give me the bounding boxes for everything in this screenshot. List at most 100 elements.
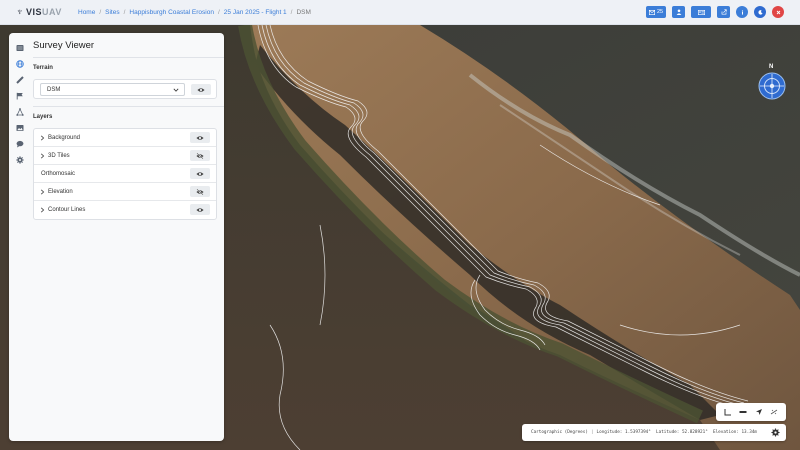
panel-divider xyxy=(33,57,224,58)
close-icon xyxy=(776,10,780,14)
layer-visibility-toggle[interactable] xyxy=(190,150,210,161)
breadcrumb-separator: / xyxy=(99,8,102,16)
messages-count: 25 xyxy=(656,9,664,15)
flag-icon xyxy=(16,92,23,99)
list-icon xyxy=(16,44,24,51)
layers-label: Layers xyxy=(33,114,53,120)
layer-row-3d-tiles[interactable]: 3D Tiles xyxy=(34,147,216,165)
comment-icon xyxy=(16,140,24,147)
chevron-right-icon[interactable] xyxy=(40,135,45,141)
share-icon xyxy=(721,9,727,15)
layer-row-contour-lines[interactable]: Contour Lines xyxy=(34,201,216,219)
info-button[interactable] xyxy=(736,6,748,18)
panel-icon-rail xyxy=(9,33,31,441)
rail-settings-button[interactable] xyxy=(16,155,25,164)
rail-network-button[interactable] xyxy=(16,107,25,116)
logo-mark-icon: ♆ xyxy=(16,6,24,18)
rail-globe-button[interactable] xyxy=(16,59,25,68)
eye-icon xyxy=(196,207,204,212)
rail-ruler-button[interactable] xyxy=(16,75,25,84)
breadcrumb: Home / Sites / Happisburgh Coastal Erosi… xyxy=(78,9,311,16)
map-tools xyxy=(716,403,786,421)
account-dropdown-button[interactable] xyxy=(691,6,711,18)
compass-rose-icon xyxy=(758,72,786,100)
layer-visibility-toggle[interactable] xyxy=(190,132,210,143)
compass[interactable]: N xyxy=(757,64,787,101)
layer-row-orthomosaic[interactable]: Orthomosaic xyxy=(34,165,216,183)
messages-button[interactable]: 25 xyxy=(646,6,666,18)
layer-label: Elevation xyxy=(48,188,73,195)
terrain-control: DSM xyxy=(33,79,217,99)
layer-label: Contour Lines xyxy=(48,207,86,213)
id-card-icon xyxy=(697,9,705,15)
layer-visibility-toggle[interactable] xyxy=(190,168,210,179)
coordinate-status-bar: Cartographic (Degrees) | Longitude: 1.53… xyxy=(522,424,786,441)
toolbar: 25 xyxy=(646,6,784,18)
panel-divider xyxy=(33,106,224,107)
terrain-select[interactable]: DSM xyxy=(40,83,185,96)
status-separator: | xyxy=(590,430,594,435)
share-button[interactable] xyxy=(717,6,730,18)
logo[interactable]: ♆ VIS UAV xyxy=(16,7,74,18)
elevation-value: 13.34m xyxy=(741,430,757,435)
rail-flag-button[interactable] xyxy=(16,91,25,100)
layer-label: Orthomosaic xyxy=(41,170,76,177)
dark-mode-button[interactable] xyxy=(754,6,766,18)
latitude-label: Latitude: xyxy=(656,430,680,435)
mail-icon xyxy=(648,9,655,15)
line-measure-button[interactable] xyxy=(738,407,748,417)
eye-icon xyxy=(196,135,204,140)
chevron-down-icon xyxy=(173,88,179,92)
longitude-label: Longitude: xyxy=(596,430,623,435)
chevron-right-icon[interactable] xyxy=(40,207,45,213)
corner-measure-button[interactable] xyxy=(723,407,733,417)
top-bar: ♆ VIS UAV Home / Sites / Happisburgh Coas… xyxy=(0,0,800,25)
terrain-label: Terrain xyxy=(33,65,53,71)
corner-measure-icon xyxy=(724,409,731,416)
layer-row-background[interactable]: Background xyxy=(34,129,216,147)
layer-label: Background xyxy=(48,134,81,141)
layer-visibility-toggle[interactable] xyxy=(190,186,210,197)
chevron-right-icon[interactable] xyxy=(40,153,45,159)
eye-slash-icon xyxy=(196,152,204,159)
eye-icon xyxy=(197,87,205,92)
slope-button[interactable] xyxy=(769,407,779,417)
eye-icon xyxy=(196,171,204,176)
chevron-right-icon[interactable] xyxy=(40,189,45,195)
layers-list: Background 3D Tiles Orthomosaic Elevatio… xyxy=(33,128,217,220)
layer-visibility-toggle[interactable] xyxy=(190,204,210,215)
navigate-button[interactable] xyxy=(754,407,764,417)
breadcrumb-home[interactable]: Home xyxy=(78,9,95,16)
close-button[interactable] xyxy=(772,6,784,18)
layer-row-elevation[interactable]: Elevation xyxy=(34,183,216,201)
network-icon xyxy=(16,107,24,116)
moon-icon xyxy=(757,9,763,15)
ruler-icon xyxy=(16,75,24,84)
longitude-value: 1.5397394° xyxy=(624,430,651,435)
layer-label: 3D Tiles xyxy=(48,152,70,159)
logo-text-vis: VIS xyxy=(26,7,43,17)
breadcrumb-current: DSM xyxy=(296,8,311,16)
rail-list-button[interactable] xyxy=(16,43,25,52)
logo-text-uav: UAV xyxy=(42,7,62,17)
settings-gear-icon[interactable] xyxy=(771,428,780,437)
terrain-select-value: DSM xyxy=(47,86,61,93)
breadcrumb-flight[interactable]: 25 Jan 2025 - Flight 1 xyxy=(224,9,287,16)
breadcrumb-separator: / xyxy=(217,8,220,16)
breadcrumb-separator: / xyxy=(123,8,126,16)
navigate-icon xyxy=(755,409,762,415)
compass-north-label: N xyxy=(769,64,774,70)
breadcrumb-sites[interactable]: Sites xyxy=(105,9,119,16)
breadcrumb-site[interactable]: Happisburgh Coastal Erosion xyxy=(129,9,214,16)
profile-button[interactable] xyxy=(672,6,685,18)
rail-image-button[interactable] xyxy=(16,123,25,132)
projection-label: Cartographic (Degrees) xyxy=(531,430,588,435)
terrain-visibility-toggle[interactable] xyxy=(191,84,211,95)
rail-comment-button[interactable] xyxy=(16,139,25,148)
latitude-value: 52.828921° xyxy=(681,430,708,435)
elevation-label: Elevation: xyxy=(713,430,739,435)
panel-title: Survey Viewer xyxy=(33,40,95,51)
survey-viewer-panel: Survey Viewer Terrain DSM Layers Backgro… xyxy=(9,33,224,441)
info-icon xyxy=(741,9,743,15)
breadcrumb-separator: / xyxy=(290,8,293,16)
